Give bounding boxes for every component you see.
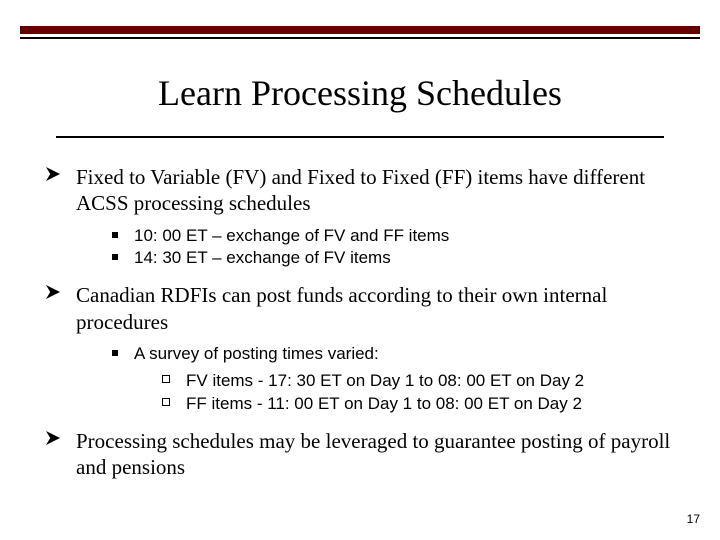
title-underline — [56, 136, 664, 138]
subsub-text: FF items - 11: 00 ET on Day 1 to 08: 00 … — [186, 394, 582, 413]
subsub-list: FV items - 17: 30 ET on Day 1 to 08: 00 … — [134, 370, 680, 416]
slide: Learn Processing Schedules Fixed to Vari… — [0, 0, 720, 540]
bullet-item: Fixed to Variable (FV) and Fixed to Fixe… — [40, 164, 680, 270]
bullet-text: Processing schedules may be leveraged to… — [76, 429, 670, 479]
header-bar — [20, 26, 700, 34]
header-stripe — [20, 26, 700, 39]
bullet-item: Processing schedules may be leveraged to… — [40, 428, 680, 481]
sub-item: 14: 30 ET – exchange of FV items — [112, 247, 680, 270]
square-icon — [112, 350, 118, 356]
arrow-icon — [46, 431, 60, 445]
slide-title: Learn Processing Schedules — [0, 72, 720, 114]
square-icon — [112, 254, 118, 260]
bullet-text: Canadian RDFIs can post funds according … — [76, 283, 607, 333]
sub-text: 10: 00 ET – exchange of FV and FF items — [134, 226, 449, 245]
page-number: 17 — [687, 512, 700, 526]
sub-item: A survey of posting times varied: FV ite… — [112, 343, 680, 416]
content-area: Fixed to Variable (FV) and Fixed to Fixe… — [40, 164, 680, 492]
subsub-item: FV items - 17: 30 ET on Day 1 to 08: 00 … — [162, 370, 680, 393]
sub-item: 10: 00 ET – exchange of FV and FF items — [112, 225, 680, 248]
box-icon — [162, 398, 170, 406]
bullet-text: Fixed to Variable (FV) and Fixed to Fixe… — [76, 165, 645, 215]
subsub-item: FF items - 11: 00 ET on Day 1 to 08: 00 … — [162, 393, 680, 416]
sub-text: 14: 30 ET – exchange of FV items — [134, 248, 391, 267]
sub-list: 10: 00 ET – exchange of FV and FF items … — [76, 225, 680, 271]
bullet-item: Canadian RDFIs can post funds according … — [40, 282, 680, 415]
square-icon — [112, 232, 118, 238]
subsub-text: FV items - 17: 30 ET on Day 1 to 08: 00 … — [186, 371, 584, 390]
bullet-list: Fixed to Variable (FV) and Fixed to Fixe… — [40, 164, 680, 480]
sub-text: A survey of posting times varied: — [134, 344, 379, 363]
arrow-icon — [46, 285, 60, 299]
arrow-icon — [46, 167, 60, 181]
sub-list: A survey of posting times varied: FV ite… — [76, 343, 680, 416]
box-icon — [162, 375, 170, 383]
header-underline — [20, 37, 700, 39]
